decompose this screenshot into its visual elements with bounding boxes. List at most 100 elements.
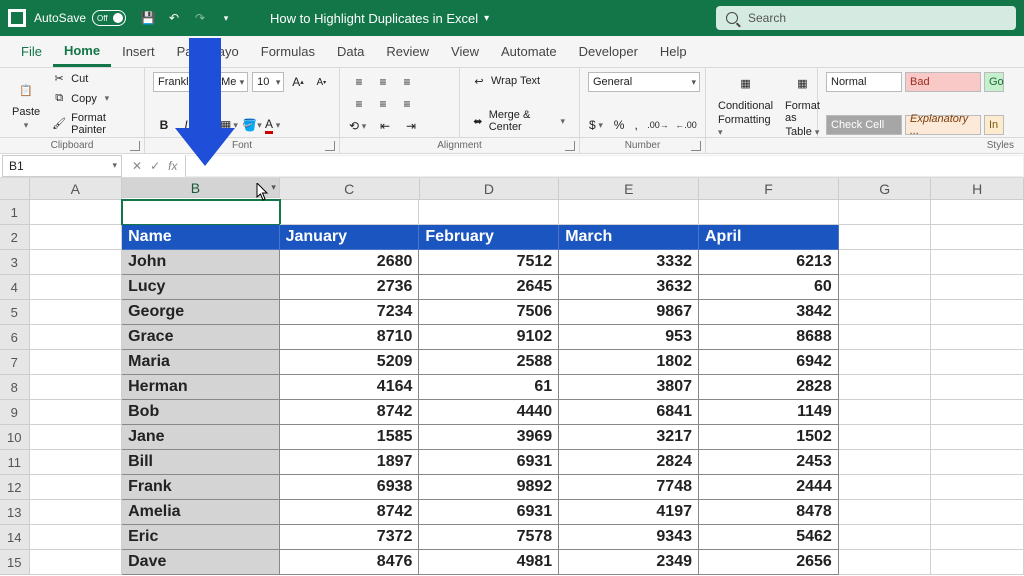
cell[interactable] (931, 400, 1024, 425)
cell[interactable] (931, 200, 1024, 225)
cancel-formula-icon[interactable]: ✕ (132, 159, 142, 173)
cell[interactable]: 4981 (419, 550, 559, 575)
paste-button[interactable]: 📋 Paste ▾ (8, 74, 44, 133)
menu-automate[interactable]: Automate (490, 36, 568, 67)
cell[interactable]: Bill (122, 450, 279, 475)
style-normal[interactable]: Normal (826, 72, 902, 92)
col-header-h[interactable]: H (931, 178, 1024, 200)
cell[interactable]: 4164 (280, 375, 420, 400)
borders-button[interactable]: ▦▾ (219, 115, 241, 135)
cell[interactable]: 3632 (559, 275, 699, 300)
cell[interactable]: 6931 (419, 450, 559, 475)
cell[interactable]: 3332 (559, 250, 699, 275)
increase-indent-icon[interactable]: ⇥ (400, 116, 422, 136)
cell[interactable]: 9892 (419, 475, 559, 500)
autosave-toggle[interactable]: Off (92, 10, 126, 26)
select-all-corner[interactable] (0, 178, 30, 200)
cell[interactable] (931, 325, 1024, 350)
row-header[interactable]: 12 (0, 475, 30, 500)
cell-b1[interactable] (122, 200, 279, 225)
font-name-select[interactable]: Franklin (153, 72, 212, 92)
cell[interactable]: Amelia (122, 500, 279, 525)
menu-help[interactable]: Help (649, 36, 698, 67)
cell[interactable]: April (699, 225, 839, 250)
cell[interactable]: Maria (122, 350, 279, 375)
cell[interactable]: 3807 (559, 375, 699, 400)
cell[interactable]: 61 (419, 375, 559, 400)
style-explanatory[interactable]: Explanatory ... (905, 115, 981, 135)
cell[interactable]: 3842 (699, 300, 839, 325)
row-header[interactable]: 8 (0, 375, 30, 400)
align-top-icon[interactable]: ≡ (348, 72, 370, 92)
cell[interactable] (30, 225, 123, 250)
cell[interactable] (839, 325, 932, 350)
cell[interactable]: 9867 (559, 300, 699, 325)
undo-icon[interactable]: ↶ (166, 10, 182, 26)
align-middle-icon[interactable]: ≡ (372, 72, 394, 92)
dialog-launcher-icon[interactable] (325, 141, 335, 151)
cell[interactable]: 9102 (419, 325, 559, 350)
autosave-control[interactable]: AutoSave Off (34, 10, 126, 26)
cell[interactable] (839, 275, 932, 300)
increase-decimal-icon[interactable]: .00→ (647, 115, 669, 135)
cell[interactable]: Lucy (122, 275, 279, 300)
cell[interactable] (839, 475, 932, 500)
cell[interactable]: Bob (122, 400, 279, 425)
cell[interactable]: 2453 (699, 450, 839, 475)
row-header[interactable]: 7 (0, 350, 30, 375)
cell[interactable]: 4440 (419, 400, 559, 425)
cell[interactable] (30, 350, 123, 375)
cell[interactable]: George (122, 300, 279, 325)
cell[interactable] (931, 350, 1024, 375)
cell[interactable] (931, 475, 1024, 500)
cell[interactable]: February (419, 225, 559, 250)
col-header-f[interactable]: F (699, 178, 839, 200)
cell[interactable]: 8742 (280, 500, 420, 525)
qat-more-icon[interactable]: ▾ (218, 10, 234, 26)
cell[interactable]: Grace (122, 325, 279, 350)
cell[interactable]: 8478 (699, 500, 839, 525)
cell[interactable]: 2349 (559, 550, 699, 575)
cell[interactable]: 3217 (559, 425, 699, 450)
cell[interactable]: 6942 (699, 350, 839, 375)
conditional-formatting-button[interactable]: ▦ Conditional Formatting ▾ (714, 68, 777, 140)
cell[interactable] (280, 200, 420, 225)
cell[interactable] (839, 500, 932, 525)
cell[interactable] (30, 275, 123, 300)
menu-data[interactable]: Data (326, 36, 375, 67)
cell[interactable] (839, 225, 932, 250)
cell[interactable] (30, 500, 123, 525)
copy-button[interactable]: ⧉Copy▾ (48, 90, 136, 108)
cell[interactable] (30, 400, 123, 425)
cell[interactable] (30, 325, 123, 350)
cell[interactable]: 2680 (280, 250, 420, 275)
cell[interactable]: 7506 (419, 300, 559, 325)
row-header[interactable]: 14 (0, 525, 30, 550)
cell[interactable]: 1897 (280, 450, 420, 475)
cell[interactable]: 2645 (419, 275, 559, 300)
cell[interactable] (839, 200, 932, 225)
cell[interactable] (30, 525, 123, 550)
row-header[interactable]: 13 (0, 500, 30, 525)
wrap-text-button[interactable]: ↩Wrap Text (468, 72, 571, 90)
row-header[interactable]: 15 (0, 550, 30, 575)
dialog-launcher-icon[interactable] (691, 141, 701, 151)
cell[interactable]: Name (122, 225, 279, 250)
increase-font-icon[interactable]: A▴ (288, 72, 307, 92)
cell[interactable]: 1802 (559, 350, 699, 375)
cell[interactable] (839, 375, 932, 400)
col-header-d[interactable]: D (420, 178, 560, 200)
cell[interactable] (839, 550, 932, 575)
cell[interactable]: 2828 (699, 375, 839, 400)
cell[interactable] (419, 200, 559, 225)
col-header-b[interactable]: B (122, 178, 280, 198)
number-format-select[interactable]: General (588, 72, 700, 92)
cell[interactable] (839, 300, 932, 325)
cell[interactable]: 9343 (559, 525, 699, 550)
menu-review[interactable]: Review (375, 36, 440, 67)
row-header[interactable]: 9 (0, 400, 30, 425)
cell[interactable] (839, 450, 932, 475)
cell[interactable] (699, 200, 839, 225)
search-box[interactable]: Search (716, 6, 1016, 30)
cell[interactable] (839, 525, 932, 550)
